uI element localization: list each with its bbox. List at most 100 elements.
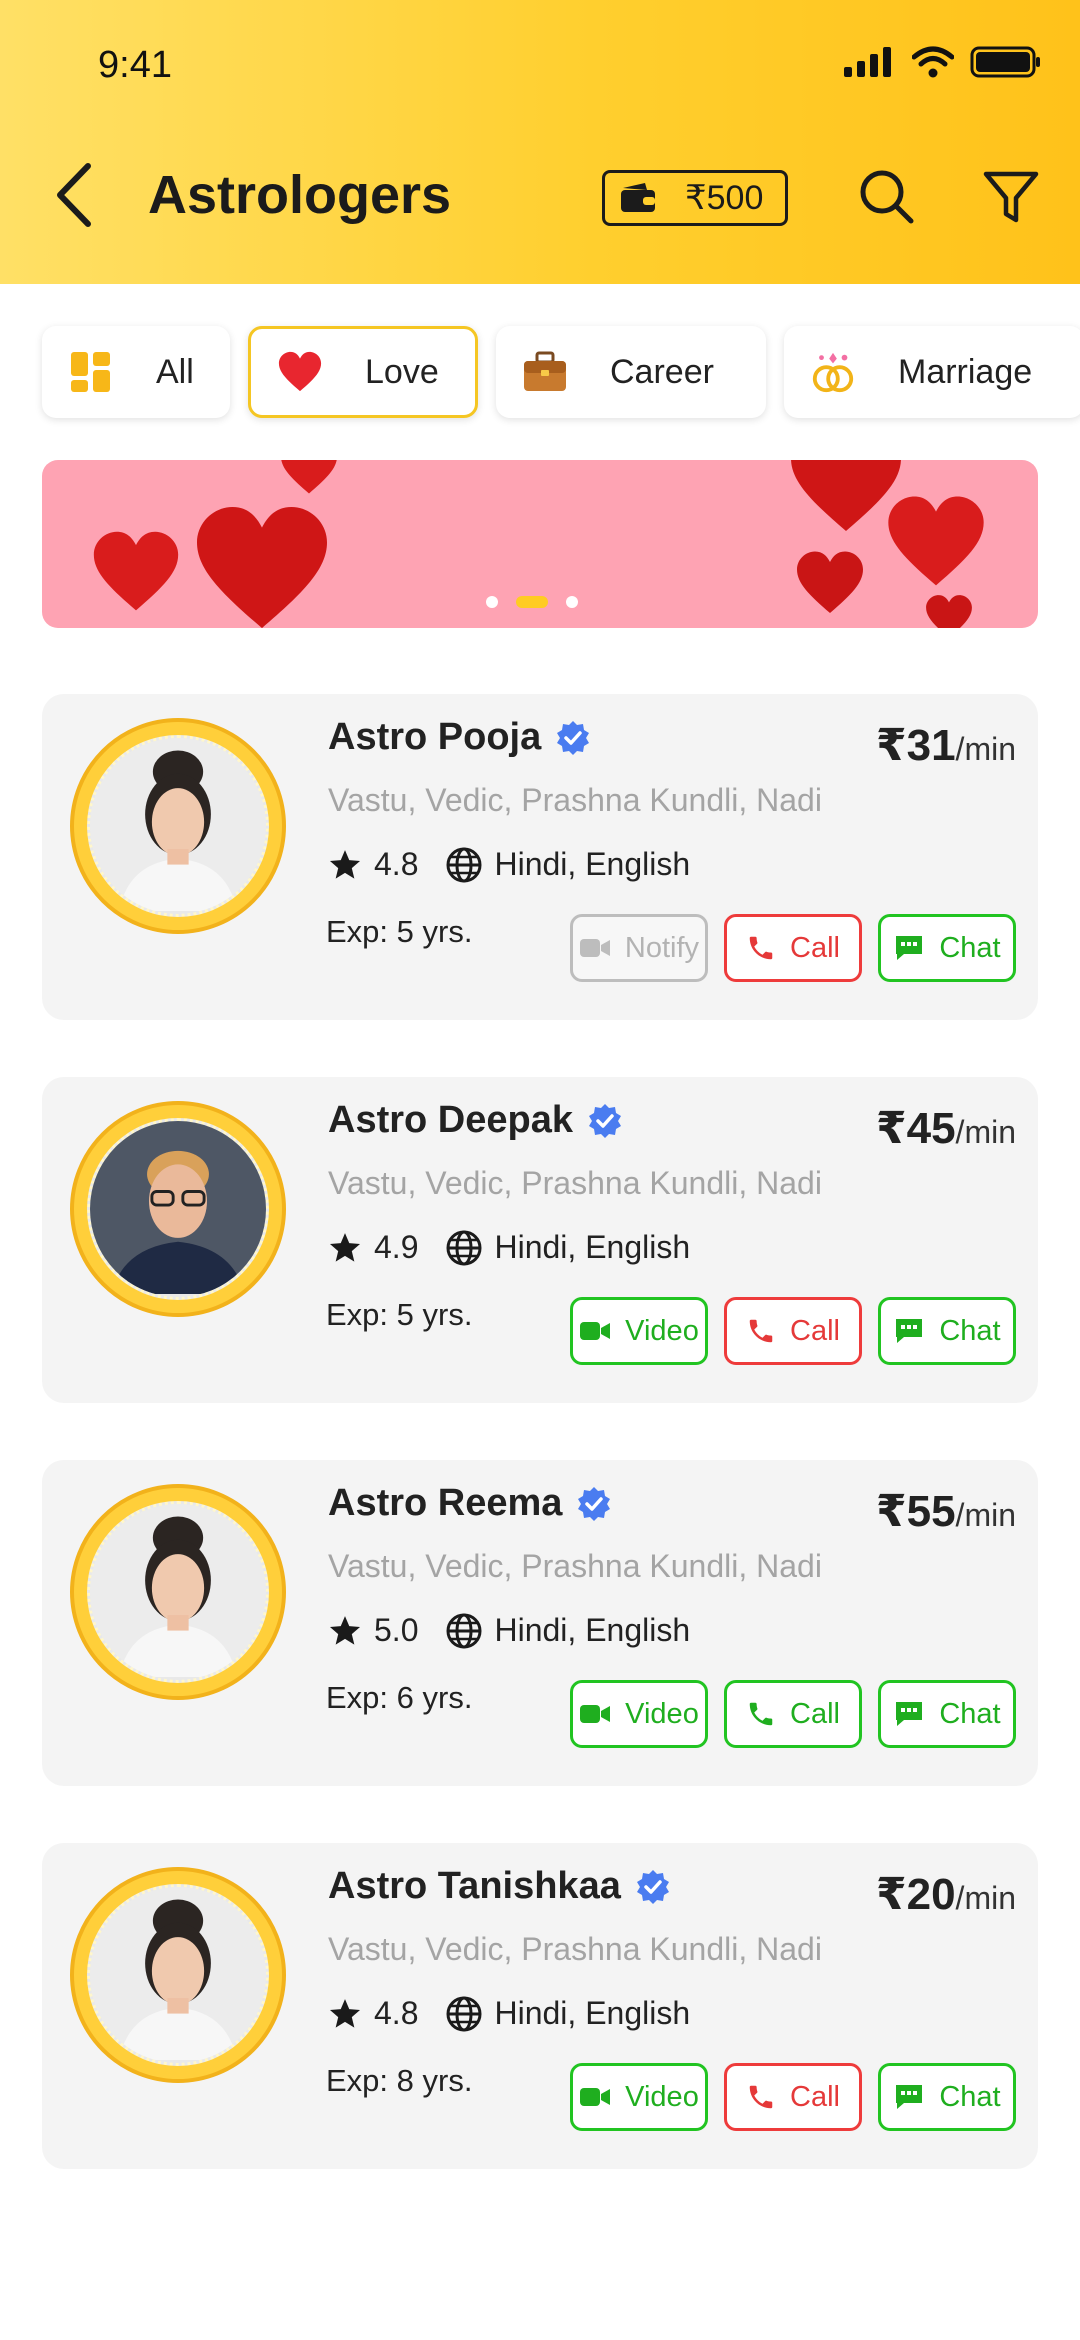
phone-icon: [749, 1702, 773, 1726]
carousel-dot[interactable]: [566, 596, 578, 608]
verified-badge-icon: [636, 1869, 669, 1904]
price: ₹31 /min: [876, 720, 1016, 771]
avatar-photo: [87, 1501, 269, 1683]
wallet-balance-button[interactable]: ₹500: [602, 170, 788, 226]
video-button[interactable]: Video: [570, 1680, 708, 1748]
video-label: Video: [625, 1314, 699, 1347]
heart-decoration-icon: [797, 551, 863, 613]
price-value: ₹31: [875, 721, 956, 770]
price-unit: /min: [955, 1497, 1016, 1533]
skills-text: Vastu, Vedic, Prashna Kundli, Nadi: [328, 1931, 822, 1967]
avatar[interactable]: [70, 1867, 286, 2083]
notify-button[interactable]: Notify: [570, 914, 708, 982]
call-label: Call: [790, 1697, 840, 1730]
chat-button[interactable]: Chat: [878, 914, 1016, 982]
rating-value: 4.9: [374, 1229, 419, 1265]
skills-text: Vastu, Vedic, Prashna Kundli, Nadi: [328, 1165, 822, 1201]
video-camera-icon: [580, 2088, 611, 2106]
call-button[interactable]: Call: [724, 1680, 862, 1748]
avatar[interactable]: [70, 1101, 286, 1317]
video-camera-icon: [579, 939, 610, 957]
filter-button[interactable]: [982, 168, 1040, 226]
wifi-icon: [912, 46, 954, 78]
video-button[interactable]: Video: [570, 1297, 708, 1365]
carousel-dot-active[interactable]: [516, 596, 548, 608]
meta-row: 4.8 Hindi, English: [328, 1995, 690, 2032]
chat-button[interactable]: Chat: [878, 1680, 1016, 1748]
astrologer-card[interactable]: Astro Pooja ₹31 /min Vastu, Vedic, Prash…: [42, 694, 1038, 1020]
carousel-indicator[interactable]: [486, 596, 578, 608]
grid-icon: [68, 349, 114, 395]
call-button[interactable]: Call: [724, 1297, 862, 1365]
category-chip-love[interactable]: Love: [248, 326, 478, 418]
meta-row: 4.8 Hindi, English: [328, 846, 690, 883]
video-camera-icon: [580, 1705, 611, 1723]
name-row: Astro Reema: [328, 1482, 612, 1525]
call-label: Call: [790, 2080, 840, 2113]
video-button[interactable]: Video: [570, 2063, 708, 2131]
star-icon: [329, 1998, 361, 2028]
category-chip-career[interactable]: Career: [496, 326, 766, 418]
category-chips: All Love Career Marriage: [42, 326, 1080, 418]
astrologer-card[interactable]: Astro Reema ₹55 /min Vastu, Vedic, Prash…: [42, 1460, 1038, 1786]
astrologer-name[interactable]: Astro Deepak: [328, 1099, 573, 1142]
price-unit: /min: [955, 1880, 1016, 1916]
category-label: Marriage: [898, 352, 1033, 391]
promo-banner[interactable]: [42, 460, 1038, 628]
chat-label: Chat: [939, 931, 1001, 964]
category-chip-marriage[interactable]: Marriage: [784, 326, 1080, 418]
heart-decoration-icon: [197, 506, 327, 628]
avatar-photo: [87, 1884, 269, 2066]
languages-text: Hindi, English: [494, 1229, 691, 1265]
price-unit: /min: [955, 731, 1016, 767]
star-icon: [329, 1232, 361, 1262]
price: ₹55 /min: [876, 1486, 1016, 1537]
briefcase-icon: [522, 349, 568, 395]
chat-label: Chat: [939, 2080, 1001, 2113]
globe-icon: [446, 847, 482, 882]
astrologer-name[interactable]: Astro Pooja: [328, 716, 541, 759]
wallet-amount: ₹500: [685, 179, 764, 217]
astrologer-name[interactable]: Astro Reema: [328, 1482, 562, 1525]
globe-icon: [446, 1613, 482, 1648]
category-chip-all[interactable]: All: [42, 326, 230, 418]
avatar[interactable]: [70, 718, 286, 934]
experience-text: Exp: 5 yrs.: [326, 914, 473, 949]
astrologer-name[interactable]: Astro Tanishkaa: [328, 1865, 621, 1908]
star-icon: [329, 849, 361, 879]
search-button[interactable]: [858, 168, 916, 226]
call-button[interactable]: Call: [724, 2063, 862, 2131]
experience-text: Exp: 6 yrs.: [326, 1680, 473, 1715]
avatar-photo: [87, 1118, 269, 1300]
name-row: Astro Pooja: [328, 716, 591, 759]
chat-button[interactable]: Chat: [878, 2063, 1016, 2131]
chat-button[interactable]: Chat: [878, 1297, 1016, 1365]
call-button[interactable]: Call: [724, 914, 862, 982]
action-buttons: Video Call Chat: [570, 1680, 1016, 1748]
carousel-dot[interactable]: [486, 596, 498, 608]
back-button[interactable]: [50, 160, 100, 230]
rating-value: 5.0: [374, 1612, 419, 1648]
action-buttons: Video Call Chat: [570, 2063, 1016, 2131]
price-unit: /min: [955, 1114, 1016, 1150]
verified-badge-icon: [588, 1103, 621, 1138]
globe-icon: [446, 1230, 482, 1265]
price: ₹45 /min: [876, 1103, 1016, 1154]
astrologer-card[interactable]: Astro Tanishkaa ₹20 /min Vastu, Vedic, P…: [42, 1843, 1038, 2169]
chat-icon: [896, 1319, 923, 1343]
heart-decoration-icon: [888, 496, 984, 586]
action-buttons: Video Call Chat: [570, 1297, 1016, 1365]
avatar[interactable]: [70, 1484, 286, 1700]
verified-badge-icon: [578, 1486, 611, 1521]
chevron-left-icon: [57, 163, 91, 227]
star-icon: [329, 1615, 361, 1645]
languages-text: Hindi, English: [494, 846, 691, 882]
meta-row: 4.9 Hindi, English: [328, 1229, 690, 1266]
chat-label: Chat: [939, 1314, 1001, 1347]
rings-icon: [810, 349, 856, 395]
avatar-photo: [87, 735, 269, 917]
astrologer-card[interactable]: Astro Deepak ₹45 /min Vastu, Vedic, Pras…: [42, 1077, 1038, 1403]
category-label: All: [156, 352, 194, 391]
video-label: Video: [625, 1697, 699, 1730]
price-value: ₹20: [875, 1870, 956, 1919]
